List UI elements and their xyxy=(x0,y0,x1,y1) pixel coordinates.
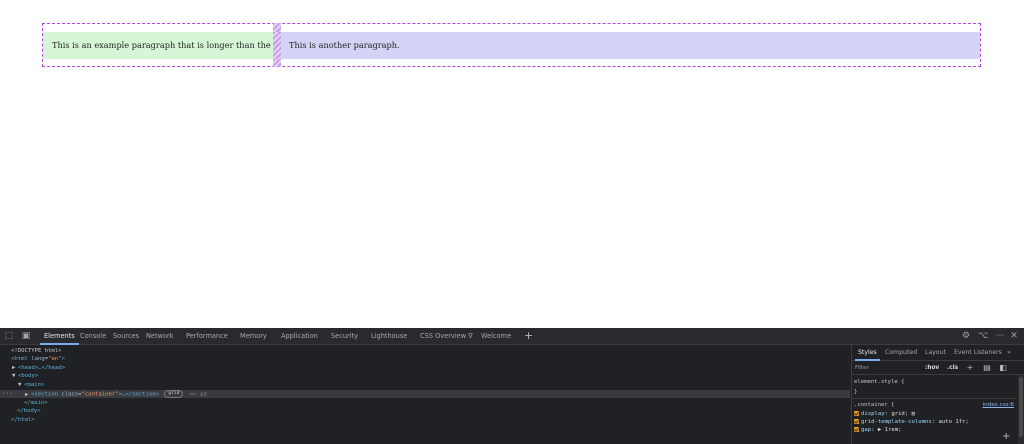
devtools-tabbar: ⬚ ▣ Elements Console Sources Network Per… xyxy=(0,328,1024,345)
tab-console[interactable]: Console xyxy=(80,328,106,345)
styles-toolbar: :hov .cls + ▤ ◧ xyxy=(852,361,1024,375)
tab-welcome[interactable]: Welcome xyxy=(481,328,511,345)
dom-body-line[interactable]: ▼ <body> xyxy=(12,372,38,380)
declaration-checkbox[interactable] xyxy=(854,418,859,424)
subtab-layout[interactable]: Layout xyxy=(925,345,946,361)
tab-security[interactable]: Security xyxy=(331,328,358,345)
paragraph-2-text: This is another paragraph. xyxy=(289,40,400,50)
subtab-styles[interactable]: Styles xyxy=(855,345,880,361)
grid-cell-paragraph-2: This is another paragraph. xyxy=(281,32,980,59)
dom-html-open-line[interactable]: <html lang="en"> xyxy=(11,355,65,363)
section-class-value: "container" xyxy=(81,391,119,398)
grid-gap-overlay xyxy=(273,32,281,59)
declaration-checkbox[interactable] xyxy=(854,426,859,432)
elements-dom-tree: ··· <!DOCTYPE html> <html lang="en"> ▶ <h… xyxy=(0,345,850,444)
doctype-text: <!DOCTYPE html> xyxy=(11,348,62,354)
rule-separator xyxy=(852,398,1017,399)
tab-css-overview[interactable]: CSS Overview ∇ xyxy=(420,328,473,345)
main-node: <main> xyxy=(24,382,45,388)
grid-badge[interactable]: grid xyxy=(164,390,184,398)
main-close-tag: </main> xyxy=(24,400,48,406)
customize-link-icon[interactable]: ⌥ xyxy=(978,331,988,341)
tab-elements[interactable]: Elements xyxy=(40,328,79,345)
new-style-rule-plus-icon[interactable]: + xyxy=(966,364,974,372)
paint-brush-icon[interactable]: ▤ xyxy=(983,364,991,372)
tab-sources[interactable]: Sources xyxy=(113,328,139,345)
element-style-selector[interactable]: element.style { xyxy=(854,379,905,385)
grid-gap-overlay-top xyxy=(273,23,281,32)
section-class-attr: class xyxy=(61,391,79,398)
grid-editor-icon[interactable]: ▦ xyxy=(912,411,915,417)
class-toggle[interactable]: .cls xyxy=(947,361,958,375)
grid-container-section: This is an example paragraph that is lon… xyxy=(43,32,980,59)
settings-gear-icon[interactable]: ⚙ xyxy=(961,331,971,341)
add-declaration-plus-icon[interactable]: + xyxy=(1002,432,1010,442)
section-open-tag: <section xyxy=(31,391,58,398)
add-tab-plus-icon[interactable]: + xyxy=(524,328,533,344)
scrollbar-thumb[interactable] xyxy=(1019,377,1023,437)
body-node: <body> xyxy=(18,373,39,379)
element-style-close-brace: } xyxy=(854,389,858,395)
source-link[interactable]: index.css:6 xyxy=(983,402,1014,408)
styles-scrollbar[interactable] xyxy=(1018,375,1024,444)
declaration-display[interactable]: display: grid; ▦ xyxy=(854,410,915,418)
hover-state-toggle[interactable]: :hov xyxy=(925,361,939,375)
tab-performance[interactable]: Performance xyxy=(186,328,228,345)
more-tabs-chevron-icon[interactable]: » xyxy=(1007,345,1011,361)
dom-head-line[interactable]: ▶ <head>…</head> xyxy=(12,364,65,372)
html-open-tag: <html xyxy=(11,356,28,362)
dom-section-line[interactable]: ▶ <section class="container">…</section> … xyxy=(25,390,207,398)
grid-gap-overlay-bottom xyxy=(273,59,281,67)
decl-prop: display xyxy=(861,411,885,417)
decl-prop: grid-template-columns xyxy=(861,419,932,425)
tab-application[interactable]: Application xyxy=(281,328,318,345)
styles-sidebar: Styles Computed Layout Event Listeners »… xyxy=(851,345,1024,444)
close-icon[interactable]: ✕ xyxy=(1009,331,1019,341)
node-actions-dots[interactable]: ··· xyxy=(2,390,13,398)
toggle-sidebar-icon[interactable]: ◧ xyxy=(999,364,1007,372)
grid-cell-paragraph-1: This is an example paragraph that is lon… xyxy=(43,32,316,59)
container-rule-selector[interactable]: .container { xyxy=(854,402,894,408)
dom-main-line[interactable]: ▼ <main> xyxy=(18,381,44,389)
dom-main-close-line[interactable]: </main> xyxy=(24,399,48,407)
tab-memory[interactable]: Memory xyxy=(240,328,267,345)
selected-node-ref: == $0 xyxy=(189,391,207,398)
dom-body-close-line[interactable]: </body> xyxy=(17,407,41,415)
section-rest: >…</section> xyxy=(118,391,160,398)
page-viewport: This is an example paragraph that is lon… xyxy=(0,0,1024,328)
decl-prop: gap xyxy=(861,427,872,433)
dom-html-close-line[interactable]: </html> xyxy=(11,416,35,424)
decl-value: grid; xyxy=(891,411,909,417)
declaration-grid-template-columns[interactable]: grid-template-columns: auto 1fr; xyxy=(854,418,969,426)
tab-lighthouse[interactable]: Lighthouse xyxy=(371,328,407,345)
decl-value: ▶ 1rem; xyxy=(877,427,902,433)
devtools-panel: ⬚ ▣ Elements Console Sources Network Per… xyxy=(0,328,1024,444)
decl-value: auto 1fr; xyxy=(938,419,969,425)
declaration-checkbox[interactable] xyxy=(854,410,859,416)
declaration-gap[interactable]: gap: ▶ 1rem; xyxy=(854,426,901,434)
dom-doctype-line[interactable]: <!DOCTYPE html> xyxy=(11,347,62,355)
head-node: <head>…</head> xyxy=(18,365,66,371)
html-lang-value: "en" xyxy=(48,356,62,362)
body-close-tag: </body> xyxy=(17,408,41,414)
subtab-computed[interactable]: Computed xyxy=(885,345,917,361)
html-close-tag: </html> xyxy=(11,417,35,423)
styles-subtabs: Styles Computed Layout Event Listeners » xyxy=(852,345,1024,361)
styles-filter-input[interactable] xyxy=(855,363,913,373)
html-lang-attr: lang xyxy=(31,356,45,362)
device-toolbar-icon[interactable]: ▣ xyxy=(21,331,31,341)
subtab-event-listeners[interactable]: Event Listeners xyxy=(954,345,1002,361)
inspect-element-icon[interactable]: ⬚ xyxy=(4,331,14,341)
more-options-icon[interactable]: ⋯ xyxy=(995,331,1005,341)
tab-network[interactable]: Network xyxy=(146,328,174,345)
